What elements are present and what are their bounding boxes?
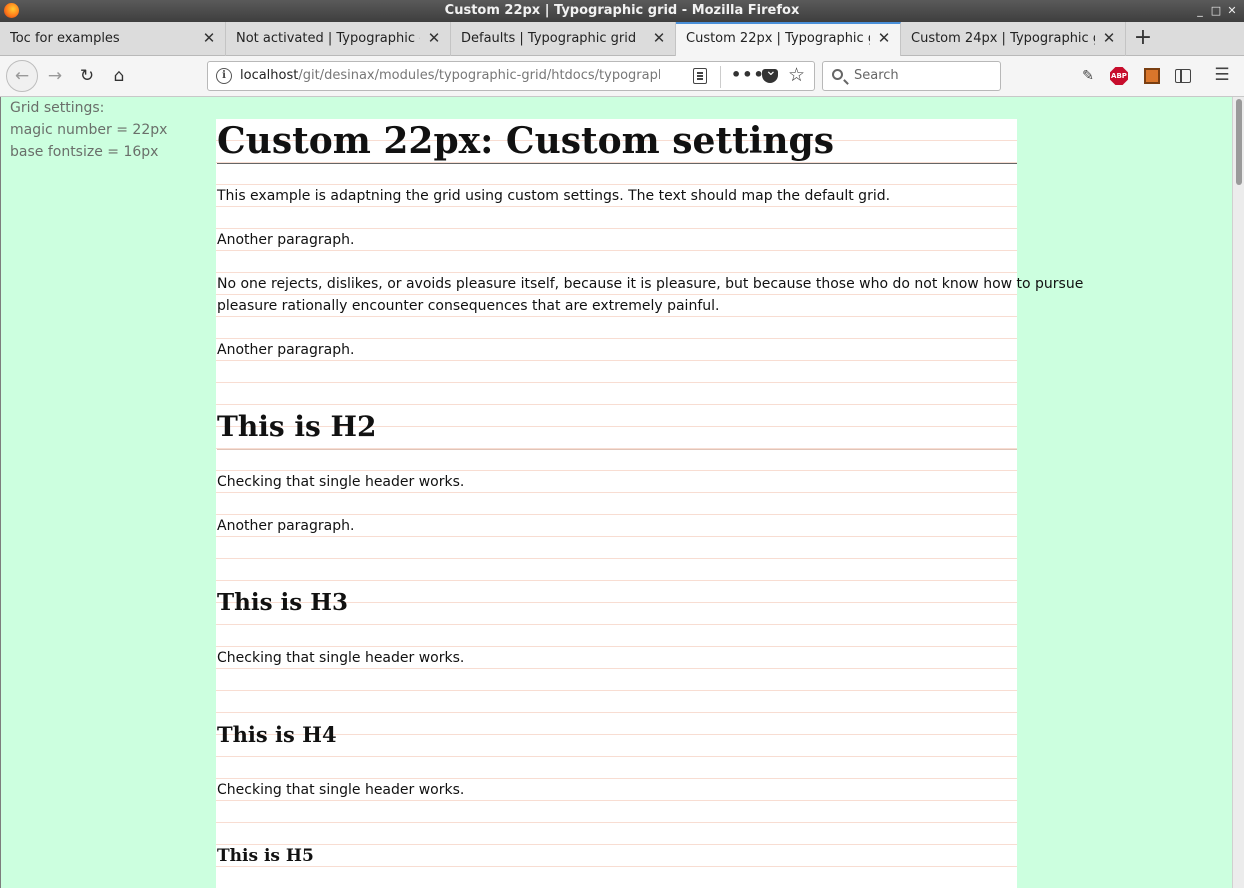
close-window-button[interactable]: ✕ [1224, 3, 1240, 19]
tab-strip: Toc for examples ✕ Not activated | Typog… [0, 22, 1244, 56]
url-bar[interactable]: i localhost/git/desinax/modules/typograp… [207, 61, 815, 91]
forward-button[interactable]: → [41, 62, 69, 90]
heading-h4: This is H4 [217, 722, 337, 747]
minimize-button[interactable]: _ [1192, 3, 1208, 19]
sidebar-toggle-icon[interactable] [1175, 69, 1191, 83]
adblock-plus-icon[interactable]: ABP [1110, 67, 1128, 85]
article-page: Custom 22px: Custom settings This exampl… [216, 119, 1084, 888]
page-actions-more-icon[interactable]: ••• [731, 65, 765, 84]
navigation-toolbar: ← → ↻ ⌂ i localhost/git/desinax/modules/… [0, 56, 1244, 97]
url-text[interactable]: localhost/git/desinax/modules/typographi… [240, 68, 660, 83]
paragraph: Another paragraph. [217, 518, 355, 534]
vertical-scrollbar[interactable] [1232, 97, 1244, 888]
paragraph: Another paragraph. [217, 232, 355, 248]
search-bar[interactable] [822, 61, 1001, 91]
tab-label: Custom 24px | Typographic grid [911, 31, 1095, 46]
tab-defaults[interactable]: Defaults | Typographic grid ✕ [451, 22, 676, 56]
paragraph: Checking that single header works. [217, 650, 465, 666]
grid-settings-heading: Grid settings: [10, 100, 105, 116]
hamburger-menu-icon[interactable]: ☰ [1212, 65, 1232, 85]
paragraph: Checking that single header works. [217, 782, 465, 798]
site-info-icon[interactable]: i [216, 68, 232, 84]
heading-h1: Custom 22px: Custom settings [217, 119, 1017, 164]
heading-h3: This is H3 [217, 589, 348, 616]
extension-icon[interactable] [1144, 68, 1160, 84]
reader-view-icon[interactable] [693, 68, 707, 84]
tab-custom-24px[interactable]: Custom 24px | Typographic grid ✕ [901, 22, 1126, 56]
maximize-button[interactable]: □ [1208, 3, 1224, 19]
tab-label: Custom 22px | Typographic grid [686, 31, 870, 46]
search-icon [832, 69, 843, 80]
paragraph: This example is adaptning the grid using… [217, 188, 891, 204]
scrollbar-thumb[interactable] [1236, 99, 1242, 185]
tab-custom-22px[interactable]: Custom 22px | Typographic grid ✕ [676, 22, 901, 56]
url-bar-separator [720, 66, 721, 88]
bookmark-star-icon[interactable]: ☆ [788, 64, 805, 86]
grid-base-fontsize: base fontsize = 16px [10, 144, 159, 160]
paragraph: Checking that single header works. [217, 474, 465, 490]
window-title: Custom 22px | Typographic grid - Mozilla… [444, 3, 800, 18]
tab-toc-for-examples[interactable]: Toc for examples ✕ [0, 22, 226, 56]
tab-label: Not activated | Typographic grid [236, 31, 420, 46]
tab-label: Toc for examples [10, 31, 120, 46]
eyedropper-icon[interactable]: ✎ [1078, 66, 1098, 86]
close-tab-icon[interactable]: ✕ [426, 30, 442, 46]
close-tab-icon[interactable]: ✕ [1101, 30, 1117, 46]
paragraph: Another paragraph. [217, 342, 355, 358]
search-input[interactable] [854, 68, 994, 83]
close-tab-icon[interactable]: ✕ [201, 30, 217, 46]
close-tab-icon[interactable]: ✕ [876, 30, 892, 46]
page-viewport: Grid settings: magic number = 22px base … [0, 97, 1244, 888]
heading-h2: This is H2 [217, 405, 1017, 450]
paragraph-continued: pleasure rationally encounter consequenc… [217, 298, 720, 314]
back-button[interactable]: ← [6, 60, 38, 92]
paragraph: No one rejects, dislikes, or avoids plea… [217, 276, 1084, 292]
grid-magic-number: magic number = 22px [10, 122, 168, 138]
window-titlebar: Custom 22px | Typographic grid - Mozilla… [0, 0, 1244, 22]
tab-not-activated[interactable]: Not activated | Typographic grid ✕ [226, 22, 451, 56]
tab-label: Defaults | Typographic grid [461, 31, 637, 46]
close-tab-icon[interactable]: ✕ [651, 30, 667, 46]
grid-settings-panel: Grid settings: magic number = 22px base … [10, 97, 167, 163]
heading-h5: This is H5 [217, 846, 314, 866]
pocket-icon[interactable] [762, 63, 778, 83]
home-button[interactable]: ⌂ [105, 62, 133, 90]
reload-button[interactable]: ↻ [73, 62, 101, 90]
new-tab-button[interactable]: + [1130, 26, 1156, 52]
